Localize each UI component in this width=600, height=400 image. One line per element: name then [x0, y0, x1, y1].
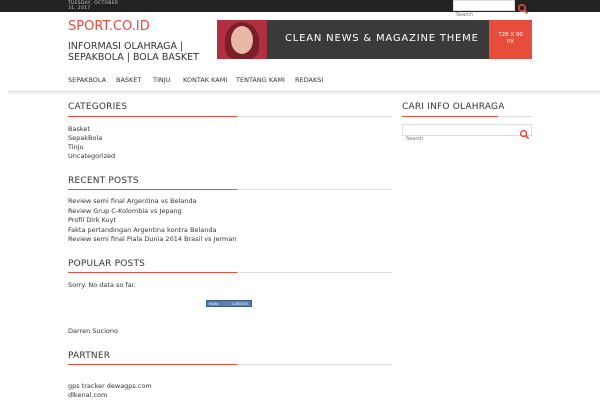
search-icon	[519, 129, 530, 140]
banner-photo	[217, 20, 267, 59]
partner-accent-line	[68, 364, 237, 365]
partner-heading: PARTNER	[68, 351, 111, 361]
banner-size-label: 728 X 90 PX	[489, 20, 532, 59]
recent-post-link[interactable]: Profil Dirk Kuyt	[68, 216, 116, 224]
top-bar: TUESDAY, OCTOBER 31, 2017	[0, 0, 600, 20]
sidebar-search-input[interactable]	[403, 134, 519, 144]
nav-item-tentang-kami[interactable]: TENTANG KAMI	[236, 76, 285, 84]
visitor-counter-label: Visits	[209, 302, 219, 306]
visitor-counter-value: 1,084,671	[231, 302, 249, 306]
recent-post-link[interactable]: Review Grup C-Kolombia vs Jepang	[68, 207, 182, 215]
nav-item-sepakbola[interactable]: SEPAKBOLA	[68, 76, 106, 84]
popular-posts-empty-text: Sorry. No data so far.	[68, 281, 136, 289]
recent-posts-accent-line	[68, 189, 237, 190]
banner-headline: CLEAN NEWS & MAGAZINE THEME	[285, 33, 479, 44]
category-link-uncategorized[interactable]: Uncategorized	[68, 152, 115, 160]
top-search-field[interactable]	[453, 0, 516, 20]
partner-link[interactable]: dlkenal.com	[68, 391, 107, 399]
recent-post-link[interactable]: Review semi final Argentina vs Belanda	[68, 197, 196, 205]
visitor-counter-badge[interactable]: Visits 1,084,671	[206, 300, 252, 307]
search-icon	[517, 3, 529, 15]
sidebar-search-field[interactable]	[402, 124, 532, 144]
author-name: Darren Suciono	[68, 327, 118, 335]
category-link-tinju[interactable]: Tinju	[68, 143, 84, 151]
nav-item-kontak-kami[interactable]: KONTAK KAMI	[183, 76, 227, 84]
partner-link[interactable]: gps tracker dewagps.com	[68, 382, 152, 390]
banner-size-line2: PX	[506, 39, 515, 45]
nav-divider-shadow	[8, 92, 600, 94]
banner-size-line1: 728 X 90	[498, 32, 523, 38]
banner-photo-face	[231, 26, 253, 54]
nav-item-redaksi[interactable]: REDAKSI	[295, 76, 323, 84]
sidebar-heading: CARI INFO OLAHRAGA	[402, 102, 505, 112]
category-link-sepakbola[interactable]: SepakBola	[68, 134, 102, 142]
popular-posts-heading: POPULAR POSTS	[68, 259, 146, 269]
recent-post-link[interactable]: Fakta pertandingan Argentina kontra Bela…	[68, 226, 216, 234]
categories-heading: CATEGORIES	[68, 102, 128, 112]
top-search-button[interactable]	[517, 0, 529, 15]
site-logo[interactable]: SPORT.CO.ID	[68, 19, 150, 34]
nav-item-tinju[interactable]: TINJU	[153, 76, 170, 84]
popular-posts-accent-line	[68, 272, 237, 273]
advertisement-banner[interactable]: CLEAN NEWS & MAGAZINE THEME 728 X 90 PX	[217, 20, 532, 59]
recent-post-link[interactable]: Review semi final Piala Dunia 2014 Brasi…	[68, 235, 236, 243]
top-search-input[interactable]	[454, 10, 516, 20]
site-tagline: INFORMASI OLAHRAGA | SEPAKBOLA | BOLA BA…	[68, 41, 199, 63]
category-link-basket[interactable]: Basket	[68, 125, 90, 133]
categories-accent-line	[68, 116, 237, 117]
nav-item-basket[interactable]: BASKET	[116, 76, 141, 84]
recent-posts-heading: RECENT POSTS	[68, 176, 139, 186]
sidebar-search-button[interactable]	[519, 125, 530, 140]
current-date: TUESDAY, OCTOBER 31, 2017	[68, 1, 119, 11]
sidebar-accent-line	[402, 116, 498, 117]
